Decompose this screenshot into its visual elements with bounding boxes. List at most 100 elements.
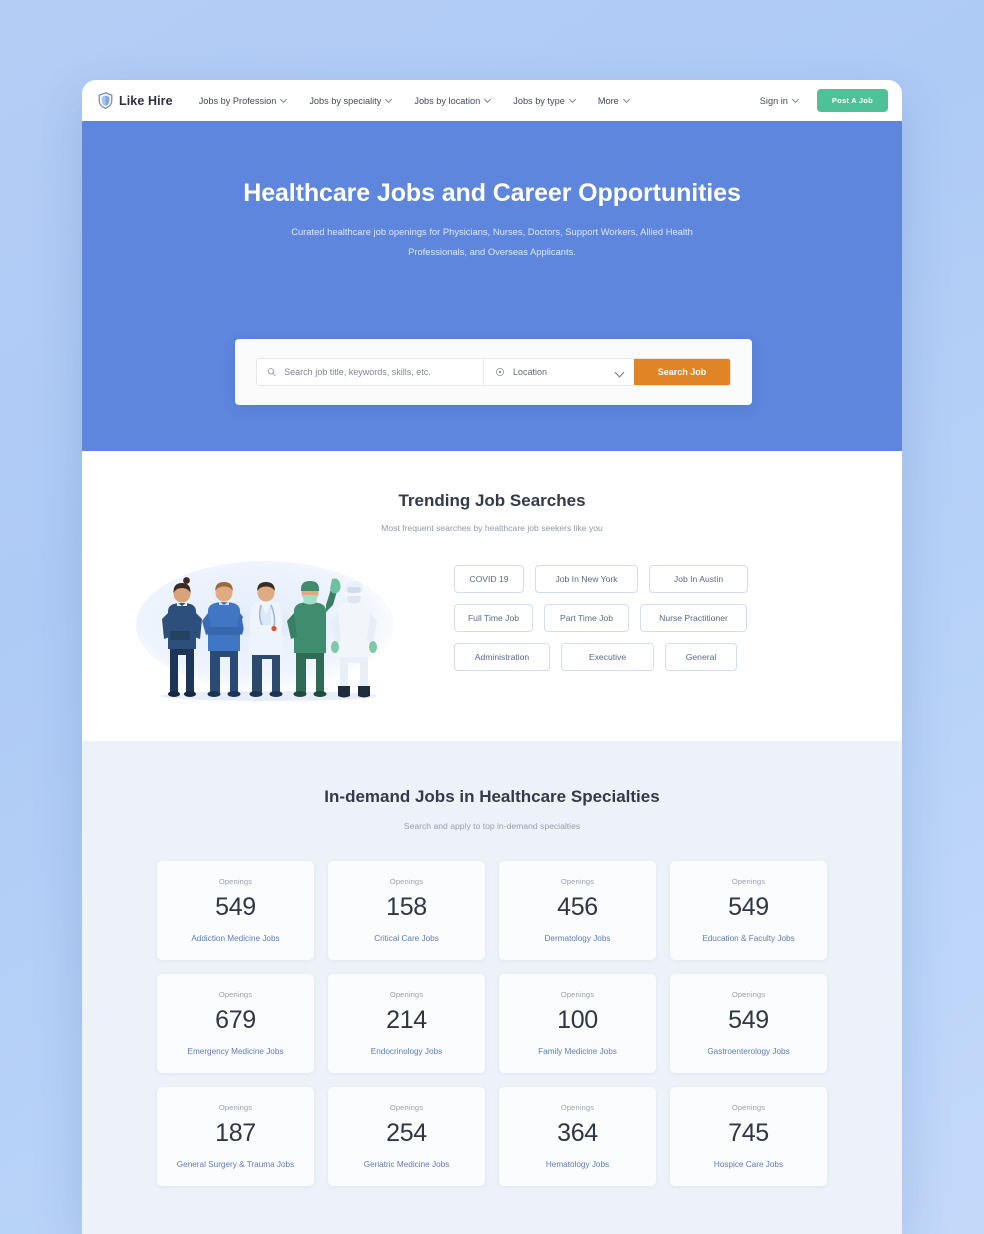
navbar-right-actions: Sign in Post A Job bbox=[760, 89, 888, 112]
nav-item-jobs-by-profession[interactable]: Jobs by Profession bbox=[199, 96, 289, 106]
hero-subtitle: Curated healthcare job openings for Phys… bbox=[291, 226, 693, 257]
nav-item-jobs-by-location[interactable]: Jobs by location bbox=[414, 96, 492, 106]
openings-count: 549 bbox=[728, 1006, 769, 1034]
location-value: Location bbox=[513, 367, 548, 377]
specialty-card[interactable]: Openings 549 Addiction Medicine Jobs bbox=[157, 861, 314, 960]
tag-executive[interactable]: Executive bbox=[561, 643, 654, 671]
nav-links: Jobs by Profession Jobs by speciality Jo… bbox=[199, 96, 631, 106]
specialty-link[interactable]: General Surgery & Trauma Jobs bbox=[163, 1159, 308, 1171]
specialty-card[interactable]: Openings 549 Education & Faculty Jobs bbox=[670, 861, 827, 960]
openings-label: Openings bbox=[389, 1103, 424, 1112]
openings-label: Openings bbox=[218, 1103, 253, 1112]
worker-surgeon-green bbox=[287, 578, 341, 697]
openings-count: 158 bbox=[386, 893, 427, 921]
openings-count: 456 bbox=[557, 893, 598, 921]
brand-logo[interactable]: Like Hire bbox=[98, 92, 173, 109]
specialty-link[interactable]: Hematology Jobs bbox=[505, 1159, 650, 1171]
specialty-card[interactable]: Openings 100 Family Medicine Jobs bbox=[499, 974, 656, 1073]
specialty-link[interactable]: Addiction Medicine Jobs bbox=[163, 933, 308, 945]
worker-nurse-blue bbox=[202, 582, 246, 697]
openings-count: 745 bbox=[728, 1119, 769, 1147]
post-a-job-button[interactable]: Post A Job bbox=[816, 89, 888, 112]
openings-label: Openings bbox=[389, 990, 424, 999]
search-job-button[interactable]: Search Job bbox=[634, 359, 730, 385]
search-input[interactable] bbox=[284, 367, 473, 377]
chevron-down-icon bbox=[624, 96, 631, 103]
nav-item-label: Jobs by type bbox=[513, 95, 565, 106]
openings-count: 214 bbox=[386, 1006, 427, 1034]
specialty-link[interactable]: Dermatology Jobs bbox=[505, 933, 650, 945]
specialty-card[interactable]: Openings 679 Emergency Medicine Jobs bbox=[157, 974, 314, 1073]
openings-label: Openings bbox=[731, 1103, 766, 1112]
tag-covid-19[interactable]: COVID 19 bbox=[454, 565, 524, 593]
specialties-subtitle: Search and apply to top in-demand specia… bbox=[403, 821, 581, 831]
tag-job-in-austin[interactable]: Job In Austin bbox=[649, 565, 748, 593]
sign-in-menu[interactable]: Sign in bbox=[760, 96, 800, 106]
specialty-card[interactable]: Openings 158 Critical Care Jobs bbox=[328, 861, 485, 960]
openings-count: 187 bbox=[215, 1119, 256, 1147]
brand-name: Like Hire bbox=[119, 93, 173, 108]
specialty-link[interactable]: Critical Care Jobs bbox=[334, 933, 479, 945]
specialty-card[interactable]: Openings 364 Hematology Jobs bbox=[499, 1087, 656, 1186]
main-navbar: Like Hire Jobs by Profession Jobs by spe… bbox=[82, 80, 902, 121]
nav-item-more[interactable]: More bbox=[598, 96, 631, 106]
openings-label: Openings bbox=[218, 877, 253, 886]
trending-section: Trending Job Searches Most frequent sear… bbox=[82, 451, 902, 741]
openings-count: 549 bbox=[215, 893, 256, 921]
hero-section: Healthcare Jobs and Career Opportunities… bbox=[82, 121, 902, 451]
job-search-panel: Location Search Job bbox=[235, 339, 752, 405]
openings-count: 549 bbox=[728, 893, 769, 921]
openings-count: 679 bbox=[215, 1006, 256, 1034]
specialties-section: In-demand Jobs in Healthcare Specialties… bbox=[82, 741, 902, 1234]
worker-ppe-suit bbox=[331, 581, 377, 698]
openings-label: Openings bbox=[560, 877, 595, 886]
specialty-card[interactable]: Openings 549 Gastroenterology Jobs bbox=[670, 974, 827, 1073]
specialty-card[interactable]: Openings 214 Endocrinology Jobs bbox=[328, 974, 485, 1073]
specialty-card[interactable]: Openings 187 General Surgery & Trauma Jo… bbox=[157, 1087, 314, 1186]
trending-body: COVID 19 Job In New York Job In Austin F… bbox=[82, 555, 902, 705]
hero-title: Healthcare Jobs and Career Opportunities bbox=[243, 179, 741, 207]
specialty-link[interactable]: Endocrinology Jobs bbox=[334, 1046, 479, 1058]
specialty-link[interactable]: Geriatric Medicine Jobs bbox=[334, 1159, 479, 1171]
openings-label: Openings bbox=[731, 877, 766, 886]
nav-item-label: More bbox=[597, 95, 619, 106]
specialty-link[interactable]: Education & Faculty Jobs bbox=[676, 933, 821, 945]
worker-doctor-whitecoat bbox=[242, 582, 290, 697]
location-pin-icon bbox=[495, 367, 505, 377]
tag-full-time-job[interactable]: Full Time Job bbox=[454, 604, 533, 632]
trending-title: Trending Job Searches bbox=[398, 491, 586, 510]
tag-administration[interactable]: Administration bbox=[454, 643, 550, 671]
specialty-link[interactable]: Family Medicine Jobs bbox=[505, 1046, 650, 1058]
specialty-link[interactable]: Hospice Care Jobs bbox=[676, 1159, 821, 1171]
tag-job-in-new-york[interactable]: Job In New York bbox=[535, 565, 638, 593]
openings-label: Openings bbox=[731, 990, 766, 999]
nav-item-jobs-by-speciality[interactable]: Jobs by speciality bbox=[309, 96, 393, 106]
tag-row: Full Time Job Part Time Job Nurse Practi… bbox=[454, 604, 866, 632]
openings-label: Openings bbox=[560, 990, 595, 999]
keyword-search-field[interactable] bbox=[257, 359, 484, 385]
specialty-card[interactable]: Openings 456 Dermatology Jobs bbox=[499, 861, 656, 960]
chevron-down-icon bbox=[793, 96, 800, 103]
location-select[interactable]: Location bbox=[484, 359, 634, 385]
chevron-down-icon bbox=[570, 96, 577, 103]
openings-label: Openings bbox=[560, 1103, 595, 1112]
search-icon bbox=[267, 368, 276, 377]
tag-part-time-job[interactable]: Part Time Job bbox=[544, 604, 629, 632]
healthcare-workers-illustration bbox=[124, 555, 454, 705]
tag-nurse-practitioner[interactable]: Nurse Practitioner bbox=[640, 604, 747, 632]
tag-general[interactable]: General bbox=[665, 643, 737, 671]
specialty-card-grid: Openings 549 Addiction Medicine Jobs Ope… bbox=[157, 861, 827, 1186]
tag-row: Administration Executive General bbox=[454, 643, 866, 671]
openings-count: 100 bbox=[557, 1006, 598, 1034]
specialty-link[interactable]: Gastroenterology Jobs bbox=[676, 1046, 821, 1058]
medical-team-icon bbox=[161, 577, 377, 701]
worker-nurse-dark bbox=[162, 577, 202, 697]
nav-item-jobs-by-type[interactable]: Jobs by type bbox=[513, 96, 577, 106]
trending-tags: COVID 19 Job In New York Job In Austin F… bbox=[454, 555, 866, 671]
specialty-card[interactable]: Openings 254 Geriatric Medicine Jobs bbox=[328, 1087, 485, 1186]
search-row: Location Search Job bbox=[256, 358, 731, 386]
specialty-link[interactable]: Emergency Medicine Jobs bbox=[163, 1046, 308, 1058]
specialty-card[interactable]: Openings 745 Hospice Care Jobs bbox=[670, 1087, 827, 1186]
trending-subtitle: Most frequent searches by healthcare job… bbox=[381, 523, 603, 533]
openings-count: 254 bbox=[386, 1119, 427, 1147]
